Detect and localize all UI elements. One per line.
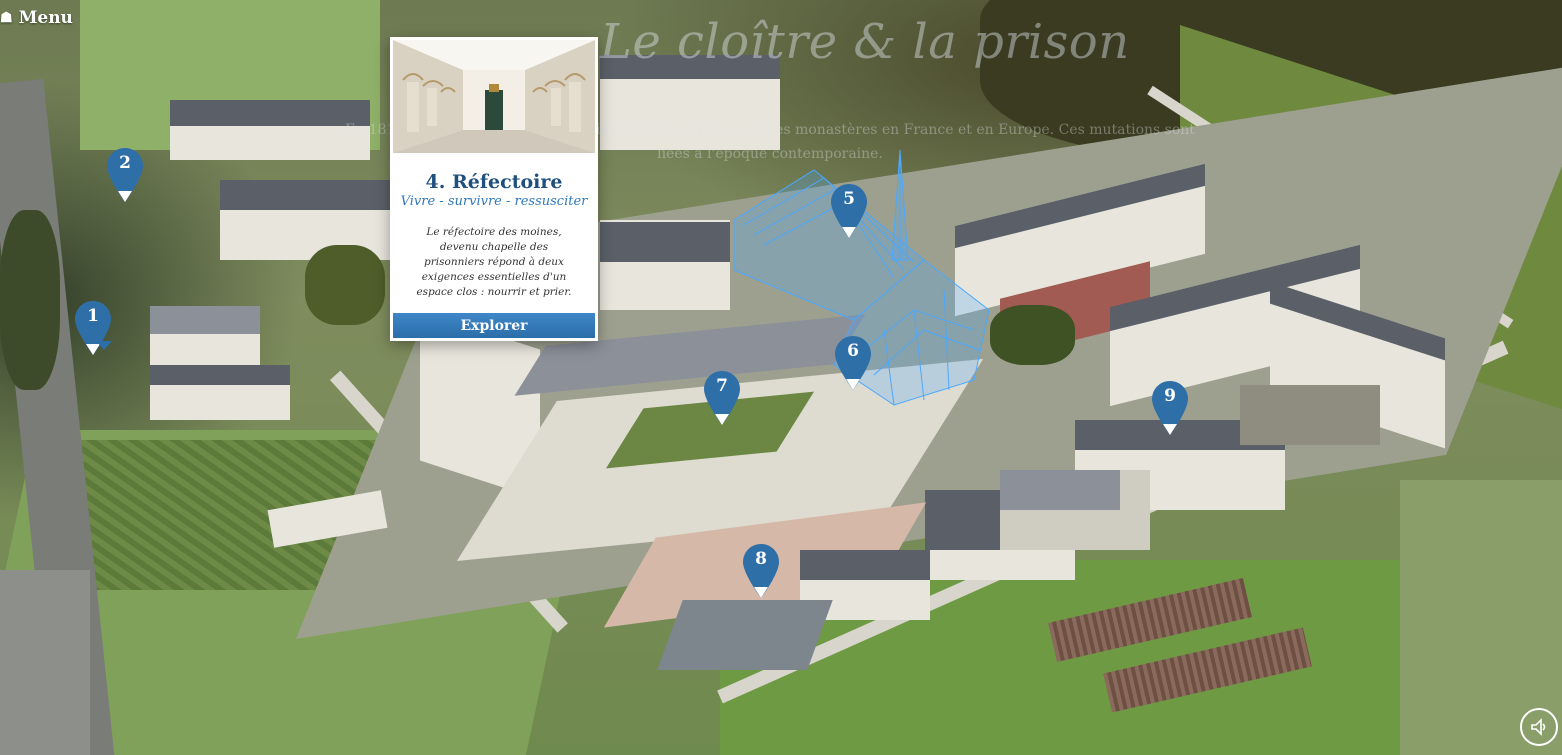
map-pin-9[interactable]: 9 <box>1151 380 1189 435</box>
pin-number: 7 <box>716 376 728 396</box>
map-pin-8[interactable]: 8 <box>742 543 780 598</box>
card-subtitle: Vivre - survivre - ressusciter <box>400 194 588 209</box>
page-title: Le cloître & la prison <box>600 14 1130 70</box>
map-pin-6[interactable]: 6 <box>834 335 872 390</box>
map-pin-5[interactable]: 5 <box>830 183 868 238</box>
trees <box>305 245 385 325</box>
refectory-photo <box>393 40 595 153</box>
roof <box>1000 470 1120 510</box>
pin-number: 5 <box>843 189 855 209</box>
explore-button[interactable]: Explorer <box>393 313 595 338</box>
sound-icon <box>1531 718 1546 736</box>
menu-icon: ☗ <box>0 10 13 26</box>
roof <box>600 222 730 262</box>
road <box>0 570 90 755</box>
menu-button[interactable]: ☗ Menu <box>0 6 73 30</box>
roof <box>800 550 930 580</box>
card-description: Le réfectoire des moines, devenu chapell… <box>416 226 572 298</box>
menu-label: Menu <box>18 8 73 28</box>
glass-roof <box>657 600 833 670</box>
sound-button[interactable] <box>1520 708 1558 746</box>
pin-number: 8 <box>755 549 767 569</box>
pin-number: 9 <box>1164 386 1176 406</box>
courtyard <box>1240 385 1380 445</box>
pin-number: 1 <box>87 306 99 326</box>
pin-number: 2 <box>119 153 131 173</box>
map-pin-7[interactable]: 7 <box>703 370 741 425</box>
map-pin-2[interactable]: 2 <box>106 147 144 202</box>
roof <box>220 180 390 210</box>
trees <box>0 210 60 390</box>
roof <box>150 365 290 385</box>
card-title: 4. Réfectoire <box>425 171 563 193</box>
roof <box>150 306 260 334</box>
card-pointer <box>96 341 112 350</box>
pin-number: 6 <box>847 341 859 361</box>
trees <box>990 305 1075 365</box>
location-card: 4. Réfectoire Vivre - survivre - ressusc… <box>390 37 598 341</box>
